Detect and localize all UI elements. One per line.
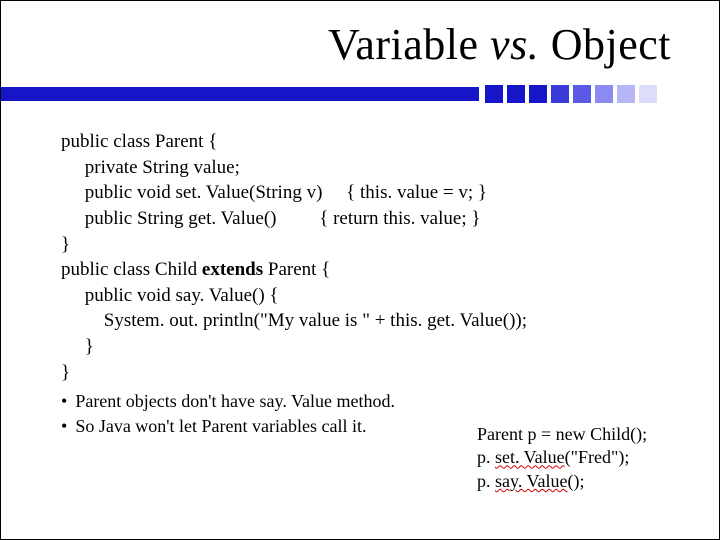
bullet-dot-icon: • [61, 389, 67, 413]
code-line: System. out. println("My value is " + th… [61, 308, 679, 334]
bullet-item: • Parent objects don't have say. Value m… [61, 389, 679, 413]
decor-square [485, 85, 503, 103]
side-line: p. set. Value("Fred"); [477, 446, 673, 469]
slide-title: Variable vs. Object [328, 19, 671, 70]
code-line: public class Child extends Parent { [61, 257, 679, 283]
code-line: private String value; [61, 155, 679, 181]
code-frag: public String get. Value() [61, 208, 276, 229]
title-vs: vs. [490, 20, 539, 69]
code-frag: Parent { [263, 259, 330, 280]
decor-square [573, 85, 591, 103]
code-line: } [61, 360, 679, 386]
bullet-dot-icon: • [61, 414, 67, 438]
slide-body: public class Parent { private String val… [61, 129, 679, 438]
side-code-box: Parent p = new Child(); p. set. Value("F… [477, 423, 673, 493]
code-line: public void set. Value(String v) { this.… [61, 180, 679, 206]
decor-bar [1, 85, 719, 103]
code-bold: extends [202, 259, 263, 280]
decor-square [507, 85, 525, 103]
decor-solid-bar [1, 87, 479, 101]
bullet-text: So Java won't let Parent variables call … [75, 414, 366, 438]
code-frag: { this. value = v; } [346, 182, 487, 203]
side-line: Parent p = new Child(); [477, 423, 673, 446]
error-underline: set. Value [495, 447, 565, 467]
code-line: } [61, 334, 679, 360]
code-line: public String get. Value() { return this… [61, 206, 679, 232]
decor-square [617, 85, 635, 103]
side-frag: ("Fred"); [565, 447, 630, 467]
side-line: p. say. Value(); [477, 470, 673, 493]
code-frag: public void set. Value(String v) [61, 182, 322, 203]
code-line: } [61, 232, 679, 258]
code-frag: { return this. value; } [319, 208, 480, 229]
title-pre: Variable [328, 20, 490, 69]
slide: Variable vs. Object public class Parent … [0, 0, 720, 540]
decor-square [529, 85, 547, 103]
code-line: public class Parent { [61, 129, 679, 155]
decor-square [595, 85, 613, 103]
side-frag: (); [567, 471, 584, 491]
side-frag: p. [477, 471, 495, 491]
error-underline: say. Value [495, 471, 567, 491]
decor-square [551, 85, 569, 103]
code-frag: public class Child [61, 259, 202, 280]
decor-square [639, 85, 657, 103]
bullet-text: Parent objects don't have say. Value met… [75, 389, 395, 413]
title-post: Object [539, 20, 671, 69]
code-line: public void say. Value() { [61, 283, 679, 309]
side-frag: p. [477, 447, 495, 467]
